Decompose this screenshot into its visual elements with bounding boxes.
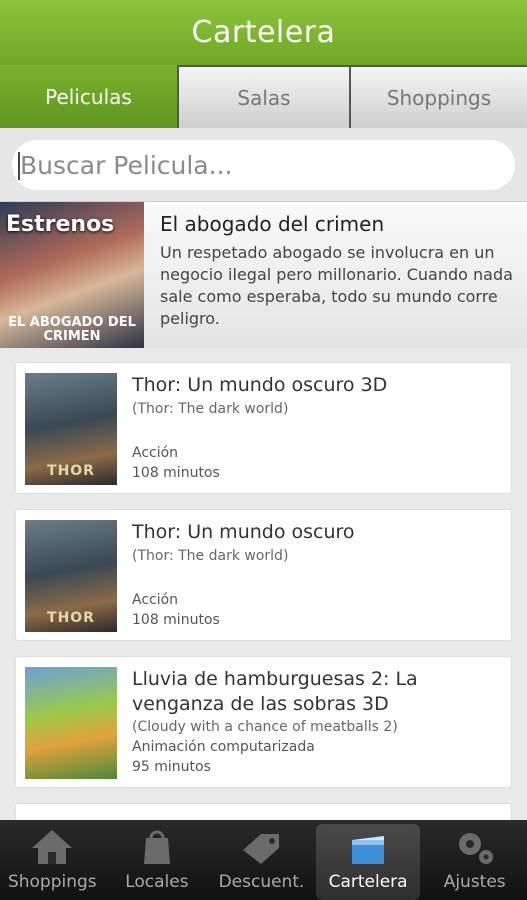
movie-duration: 108 minutos — [132, 612, 220, 628]
estrenos-badge: Estrenos — [6, 212, 115, 237]
movie-card[interactable]: THOR Thor: Un mundo oscuro 3D (Thor: The… — [15, 362, 512, 494]
movie-title: Lluvia de hamburguesas 2: La venganza de… — [132, 668, 418, 715]
tab-shoppings[interactable]: Shoppings — [349, 65, 527, 128]
bottom-navigation: Shoppings Locales Descuent. Cartelera Aj… — [0, 820, 527, 900]
nav-label: Cartelera — [328, 872, 408, 892]
nav-label: Shoppings — [7, 872, 97, 892]
movie-duration: 108 minutos — [132, 465, 220, 481]
movie-poster — [25, 667, 117, 779]
page-title: Cartelera — [191, 15, 336, 50]
search-input[interactable] — [12, 140, 515, 190]
poster-text: THOR — [47, 463, 95, 479]
tab-peliculas[interactable]: Peliculas — [0, 65, 177, 128]
movie-duration: 95 minutos — [132, 759, 211, 775]
movie-genre: Acción — [132, 592, 179, 608]
movie-title: Thor: Un mundo oscuro 3D — [132, 374, 388, 396]
featured-description: Un respetado abogado se involucra en un … — [160, 243, 513, 328]
nav-shoppings[interactable]: Shoppings — [0, 820, 105, 900]
tab-bar: Peliculas Salas Shoppings — [0, 65, 527, 128]
film-board-icon — [352, 836, 385, 864]
nav-cartelera[interactable]: Cartelera — [315, 824, 421, 900]
movie-title: Thor: Un mundo oscuro — [132, 521, 355, 543]
movie-original-title: (Cloudy with a chance of meatballs 2) — [132, 719, 398, 735]
nav-ajustes[interactable]: Ajustes — [422, 820, 527, 900]
home-icon — [32, 830, 73, 864]
movie-original-title: (Thor: The dark world) — [132, 401, 289, 417]
movie-genre: Animación computarizada — [132, 739, 315, 755]
app-header: Cartelera — [0, 0, 527, 65]
featured-poster-text: EL ABOGADO DEL CRIMEN — [8, 315, 136, 344]
featured-movie[interactable]: Estrenos EL ABOGADO DEL CRIMEN El abogad… — [0, 202, 527, 348]
movie-poster: THOR — [25, 520, 117, 632]
movie-card[interactable]: Lluvia de hamburguesas 2: La venganza de… — [15, 656, 512, 788]
featured-title: El abogado del crimen — [160, 212, 385, 236]
shopping-bag-icon — [143, 830, 170, 864]
nav-label: Ajustes — [443, 872, 506, 892]
nav-locales[interactable]: Locales — [105, 820, 210, 900]
text-cursor — [18, 152, 20, 180]
movie-original-title: (Thor: The dark world) — [132, 548, 289, 564]
tab-salas[interactable]: Salas — [177, 65, 349, 128]
gears-icon — [458, 833, 493, 864]
movie-card[interactable]: THOR Thor: Un mundo oscuro (Thor: The da… — [15, 509, 512, 641]
featured-poster[interactable]: Estrenos EL ABOGADO DEL CRIMEN — [0, 202, 144, 348]
price-tag-icon — [243, 834, 280, 864]
movie-genre: Acción — [132, 445, 179, 461]
poster-text: THOR — [47, 610, 95, 626]
nav-label: Descuent. — [218, 872, 305, 892]
nav-label: Locales — [125, 872, 189, 892]
nav-descuentos[interactable]: Descuent. — [209, 820, 314, 900]
search-bar — [0, 128, 527, 202]
movie-poster: THOR — [25, 373, 117, 485]
